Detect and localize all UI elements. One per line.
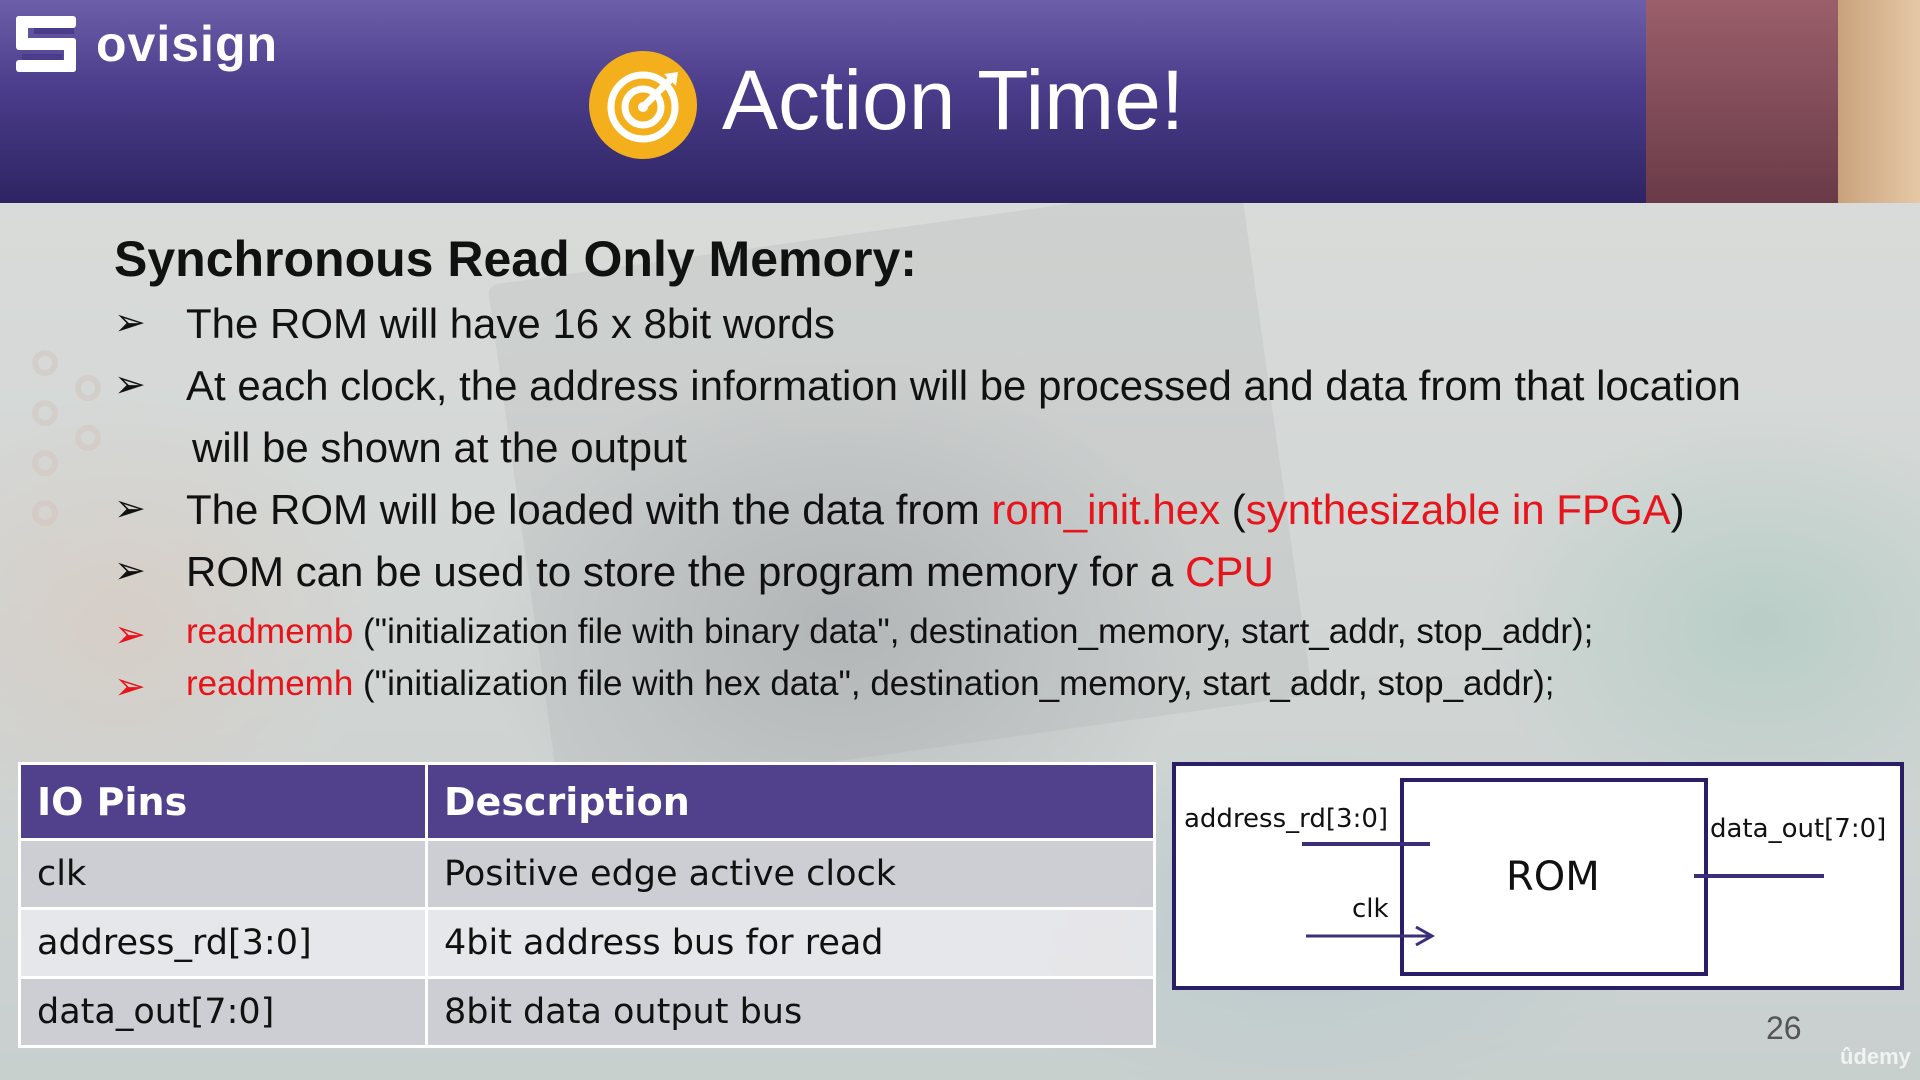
bullet-segment: ROM can be used to store the program mem… (186, 548, 1186, 595)
header-photo-strip-edge (1838, 0, 1920, 203)
address-input-label: address_rd[3:0] (1184, 804, 1389, 834)
bullet-text: will be shown at the output (192, 424, 687, 472)
pin-description-cell: Positive edge active clock (425, 838, 1156, 910)
arrow-bullet-icon: ➢ (114, 614, 146, 656)
data-output-label: data_out[7:0] (1710, 814, 1887, 844)
bullet-segment: ) (1670, 486, 1685, 533)
bullet-segment: The ROM will have 16 x 8bit words (186, 300, 835, 347)
clock-input-label: clk (1352, 894, 1389, 924)
bullet-text: The ROM will have 16 x 8bit words (186, 300, 835, 348)
bullet-segment: will be shown at the output (192, 424, 687, 471)
bullet-segment: ("initialization file with binary data",… (353, 612, 1594, 651)
table-row: clk Positive edge active clock (18, 838, 1156, 910)
bullet-segment: rom_init.hex (991, 486, 1221, 533)
arrow-bullet-icon: ➢ (114, 550, 146, 592)
pin-name-cell: data_out[7:0] (18, 976, 428, 1048)
bullet-segment: readmemh (186, 664, 354, 703)
column-header: IO Pins (18, 762, 428, 841)
table-header-row: IO Pins Description (18, 762, 1156, 841)
rom-block-label: ROM (1506, 854, 1600, 900)
pin-description-cell: 8bit data output bus (425, 976, 1156, 1048)
pin-description-cell: 4bit address bus for read (425, 907, 1156, 979)
bullet-segment: readmemb (186, 612, 354, 651)
ovisign-logo-icon (16, 16, 76, 72)
table-row: data_out[7:0] 8bit data output bus (18, 976, 1156, 1048)
arrow-bullet-icon: ➢ (114, 488, 146, 530)
arrow-bullet-icon: ➢ (114, 364, 146, 406)
rom-block-diagram: address_rd[3:0] clk data_out[7:0] ROM (1172, 762, 1904, 990)
slide-title: Action Time! (722, 53, 1185, 147)
bullet-segment: CPU (1185, 548, 1274, 595)
bullet-segment: ("initialization file with hex data", de… (353, 664, 1555, 703)
column-header: Description (425, 762, 1156, 841)
bullet-text: At each clock, the address information w… (186, 362, 1741, 410)
bullet-segment: synthesizable in FPGA (1245, 486, 1671, 533)
pin-name-cell: address_rd[3:0] (18, 907, 428, 979)
arrow-bullet-icon: ➢ (114, 302, 146, 344)
arrow-bullet-icon: ➢ (114, 666, 146, 708)
pin-name-cell: clk (18, 838, 428, 910)
bullet-text: readmemh ("initialization file with hex … (186, 664, 1555, 704)
bullet-text: ROM can be used to store the program mem… (186, 548, 1274, 596)
target-icon (589, 51, 697, 159)
io-pins-table: IO Pins Description clk Positive edge ac… (18, 762, 1156, 1048)
bullet-text: readmemb ("initialization file with bina… (186, 612, 1593, 652)
section-heading: Synchronous Read Only Memory: (114, 231, 917, 287)
brand-name: ovisign (96, 16, 279, 72)
table-row: address_rd[3:0] 4bit address bus for rea… (18, 907, 1156, 979)
udemy-watermark: ûdemy (1840, 1044, 1911, 1069)
slide-header: ovisign Action Time! (0, 0, 1920, 203)
header-photo-strip (1646, 0, 1838, 203)
bullet-segment: ( (1220, 486, 1246, 533)
page-number: 26 (1766, 1010, 1802, 1046)
bullet-segment: The ROM will be loaded with the data fro… (186, 486, 992, 533)
bullet-text: The ROM will be loaded with the data fro… (186, 486, 1685, 534)
brand-logo: ovisign (14, 12, 278, 76)
bullet-segment: At each clock, the address information w… (186, 362, 1741, 409)
